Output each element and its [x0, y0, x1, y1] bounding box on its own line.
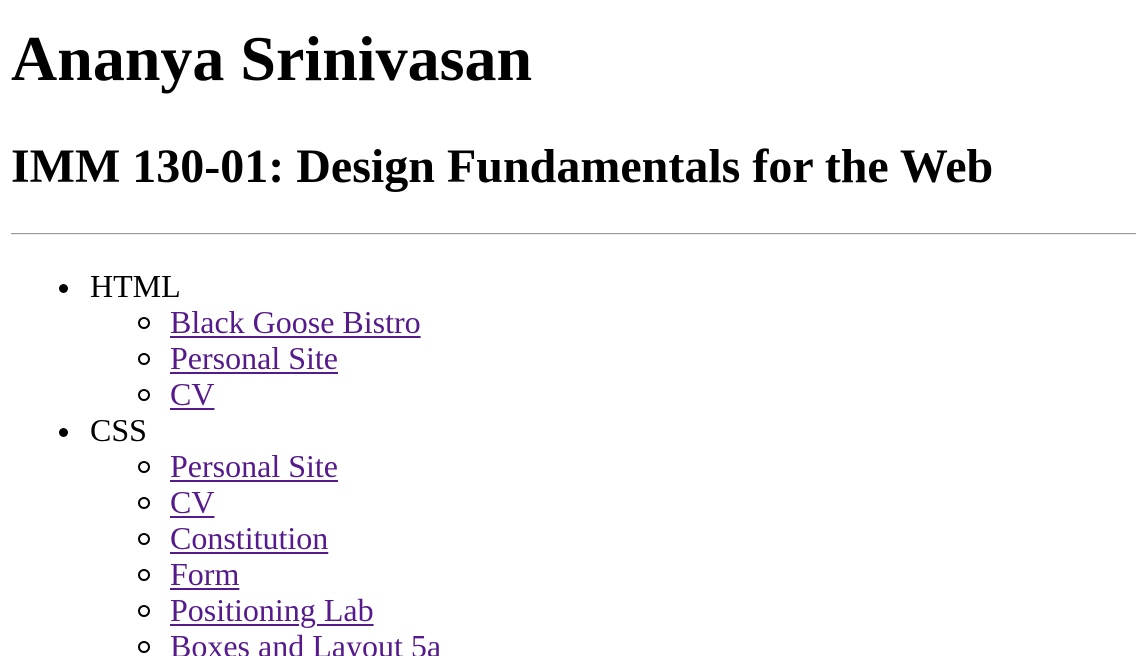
disc-bullet-icon [59, 428, 68, 437]
list-item: Black Goose Bistro [0, 304, 441, 340]
course-title: IMM 130-01: Design Fundamentals for the … [11, 140, 994, 193]
link-css-cv[interactable]: CV [170, 484, 214, 520]
link-boxes-and-layout-5a[interactable]: Boxes and Layout 5a [170, 628, 441, 656]
circle-bullet-icon [138, 389, 150, 401]
page-title: Ananya Srinivasan [11, 23, 533, 94]
section-css: CSS Personal Site CV Constitution Form P… [0, 412, 441, 656]
disc-bullet-icon [59, 284, 68, 293]
circle-bullet-icon [138, 497, 150, 509]
list-item: Constitution [0, 520, 441, 556]
section-label: HTML [90, 268, 181, 304]
link-black-goose-bistro[interactable]: Black Goose Bistro [170, 304, 421, 340]
list-item: CV [0, 484, 441, 520]
page: Ananya Srinivasan IMM 130-01: Design Fun… [0, 0, 1136, 656]
circle-bullet-icon [138, 317, 150, 329]
list-item: Personal Site [0, 448, 441, 484]
circle-bullet-icon [138, 353, 150, 365]
link-html-cv[interactable]: CV [170, 376, 214, 412]
circle-bullet-icon [138, 605, 150, 617]
link-positioning-lab[interactable]: Positioning Lab [170, 592, 374, 628]
circle-bullet-icon [138, 569, 150, 581]
circle-bullet-icon [138, 533, 150, 545]
link-constitution[interactable]: Constitution [170, 520, 328, 556]
list-item: CV [0, 376, 441, 412]
list-item: Positioning Lab [0, 592, 441, 628]
list-item: Boxes and Layout 5a [0, 628, 441, 656]
link-html-personal-site[interactable]: Personal Site [170, 340, 338, 376]
link-list: Black Goose Bistro Personal Site CV [90, 304, 441, 412]
link-css-personal-site[interactable]: Personal Site [170, 448, 338, 484]
section-list: HTML Black Goose Bistro Personal Site CV… [0, 268, 441, 656]
list-item: Form [0, 556, 441, 592]
section-label: CSS [90, 412, 147, 448]
section-html: HTML Black Goose Bistro Personal Site CV [0, 268, 441, 412]
link-list: Personal Site CV Constitution Form Posit… [90, 448, 441, 656]
horizontal-rule [11, 233, 1136, 235]
circle-bullet-icon [138, 461, 150, 473]
list-item: Personal Site [0, 340, 441, 376]
link-form[interactable]: Form [170, 556, 239, 592]
circle-bullet-icon [138, 641, 150, 653]
